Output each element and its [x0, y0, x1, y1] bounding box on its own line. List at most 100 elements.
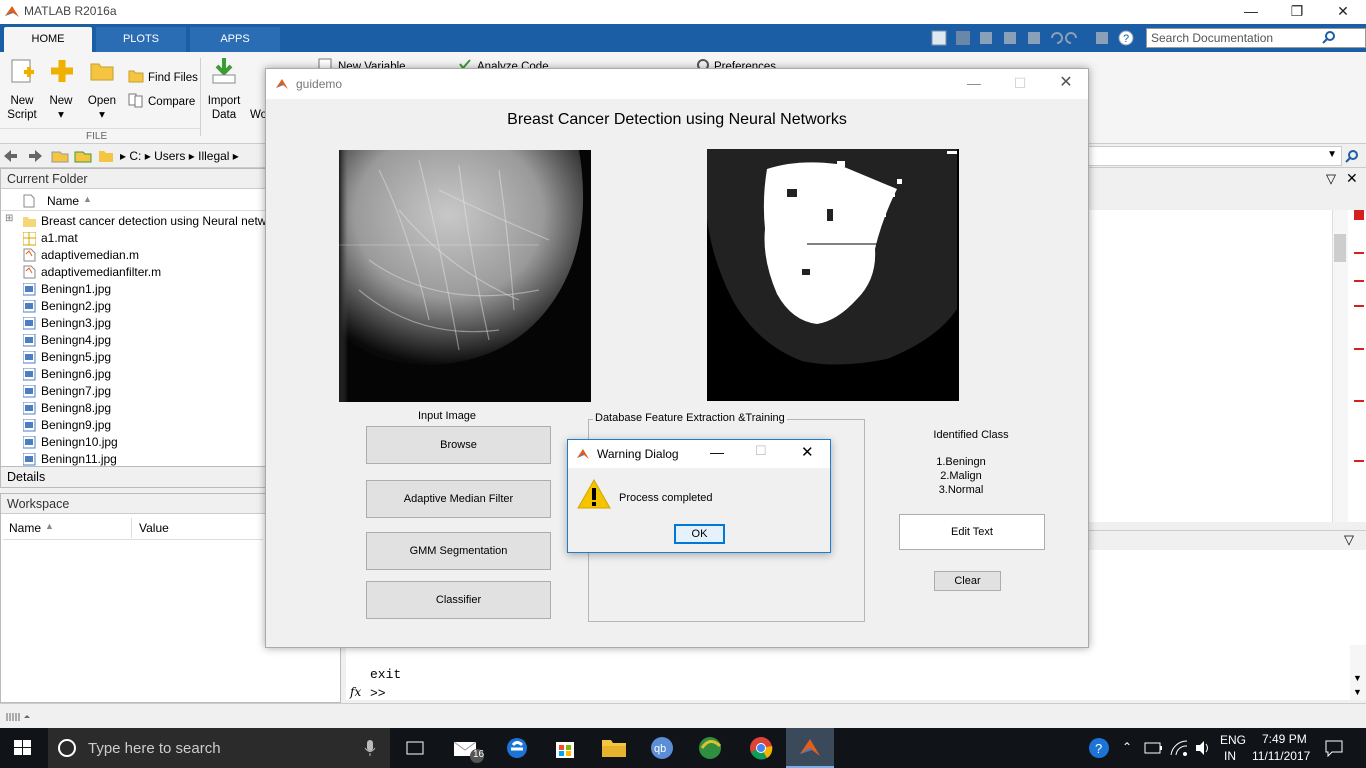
volume-icon[interactable] — [1194, 739, 1212, 757]
find-files-icon — [128, 70, 144, 83]
column-name[interactable]: Name — [47, 194, 79, 208]
list-item[interactable]: Beningn4.jpg — [1, 332, 265, 349]
ok-button[interactable]: OK — [674, 524, 725, 544]
list-item[interactable]: Beningn8.jpg — [1, 400, 265, 417]
maximize-button[interactable]: ☐ — [997, 72, 1043, 96]
list-item[interactable]: adaptivemedianfilter.m — [1, 264, 265, 281]
windows-start-icon[interactable] — [14, 740, 32, 756]
browse-button[interactable]: Browse — [366, 426, 551, 464]
clock-date[interactable]: 11/11/2017 — [1252, 749, 1310, 763]
list-item[interactable]: Beningn5.jpg — [1, 349, 265, 366]
tab-home[interactable]: HOME — [4, 27, 92, 52]
restore-button[interactable]: ❐ — [1274, 0, 1320, 24]
editor-document[interactable] — [1088, 210, 1366, 522]
chrome-icon[interactable] — [749, 736, 773, 760]
error-marker[interactable] — [1354, 280, 1364, 282]
input-language[interactable]: ENG — [1220, 733, 1246, 747]
error-marker[interactable] — [1354, 252, 1364, 254]
minimize-button[interactable]: — — [951, 72, 997, 96]
list-item[interactable]: ⊞ Breast cancer detection using Neural ne… — [1, 213, 265, 230]
list-item[interactable]: a1.mat — [1, 230, 265, 247]
breadcrumb[interactable]: ▸ C: ▸ Users ▸ Illegal ▸ — [120, 149, 239, 163]
minimize-button[interactable]: — — [1228, 0, 1274, 24]
import-data-button[interactable]: Import Data — [204, 94, 244, 122]
error-marker[interactable] — [1354, 400, 1364, 402]
new-script-button[interactable]: New Script — [4, 94, 40, 122]
path-segment[interactable]: C: — [129, 149, 141, 163]
list-item[interactable]: Beningn7.jpg — [1, 383, 265, 400]
battery-icon[interactable] — [1144, 740, 1164, 756]
m-file-icon — [23, 248, 36, 262]
database-panel-title: Database Feature Extraction &Training — [593, 412, 787, 424]
dialog-message: Process completed — [619, 492, 713, 504]
list-item[interactable]: Beningn6.jpg — [1, 366, 265, 383]
path-segment[interactable]: Users — [154, 149, 185, 163]
input-region[interactable]: IN — [1224, 749, 1236, 763]
taskbar-matlab[interactable] — [786, 728, 834, 768]
adaptive-median-filter-button[interactable]: Adaptive Median Filter — [366, 480, 551, 518]
scrollbar-thumb[interactable] — [1334, 234, 1346, 262]
list-item[interactable]: Beningn3.jpg — [1, 315, 265, 332]
notifications-icon[interactable] — [1324, 739, 1344, 757]
edit-text-field[interactable]: Edit Text — [899, 514, 1045, 550]
wifi-icon[interactable] — [1170, 739, 1188, 757]
expand-icon[interactable]: ⊞ — [5, 213, 13, 224]
details-header[interactable]: Details — [0, 466, 266, 488]
editor-scrollbar[interactable] — [1332, 210, 1348, 522]
qbittorrent-icon[interactable]: qb — [650, 736, 674, 760]
list-item[interactable]: adaptivemedian.m — [1, 247, 265, 264]
maximize-button[interactable]: ☐ — [755, 443, 767, 459]
gmm-segmentation-button[interactable]: GMM Segmentation — [366, 532, 551, 570]
command-window[interactable]: exit fx >> ▼ ▼ — [346, 645, 1366, 701]
list-item[interactable]: Beningn2.jpg — [1, 298, 265, 315]
list-item[interactable]: Beningn10.jpg — [1, 434, 265, 451]
tab-plots[interactable]: PLOTS — [96, 27, 186, 52]
error-marker[interactable] — [1354, 305, 1364, 307]
close-panel-icon[interactable]: ✕ — [1346, 170, 1358, 187]
scroll-down-icon[interactable]: ▼ — [1353, 673, 1362, 683]
clock-time[interactable]: 7:49 PM — [1262, 732, 1307, 746]
classifier-button[interactable]: Classifier — [366, 581, 551, 619]
internet-download-manager-icon[interactable] — [698, 736, 724, 760]
tab-apps[interactable]: APPS — [190, 27, 280, 52]
find-files-button[interactable]: Find Files — [148, 71, 198, 85]
collapse-icon[interactable]: ▽ — [1344, 532, 1354, 548]
chevron-down-icon[interactable]: ▼ — [1327, 149, 1337, 160]
minimize-button[interactable]: — — [710, 444, 724, 460]
compare-button[interactable]: Compare — [148, 95, 195, 109]
command-prompt[interactable]: >> — [370, 686, 386, 701]
close-button[interactable]: ✕ — [1320, 0, 1366, 24]
path-segment[interactable]: Illegal — [198, 149, 229, 163]
search-icon[interactable] — [1322, 30, 1336, 44]
status-grip-icon[interactable] — [6, 712, 30, 722]
filter-icon[interactable] — [1346, 30, 1360, 44]
ws-column-name[interactable]: Name — [9, 521, 41, 535]
list-item[interactable]: Beningn9.jpg — [1, 417, 265, 434]
error-status-indicator[interactable] — [1354, 210, 1364, 220]
list-item[interactable]: Beningn1.jpg — [1, 281, 265, 298]
new-button[interactable]: New ▾ — [44, 94, 78, 122]
store-icon[interactable] — [553, 736, 577, 760]
help-tray-icon[interactable]: ? — [1088, 737, 1112, 759]
file-explorer-icon[interactable] — [601, 737, 627, 759]
close-button[interactable]: ✕ — [1043, 72, 1089, 96]
open-button[interactable]: Open ▾ — [84, 94, 120, 122]
edge-browser-icon[interactable] — [505, 736, 529, 760]
nav-icons[interactable] — [2, 148, 94, 164]
fx-icon[interactable]: fx — [350, 685, 361, 699]
microphone-icon[interactable] — [364, 739, 376, 757]
taskbar-search-box[interactable]: Type here to search — [48, 728, 390, 768]
task-view-icon[interactable] — [404, 740, 428, 756]
close-button[interactable]: ✕ — [801, 443, 814, 461]
collapse-icon[interactable]: ▽ — [1326, 171, 1336, 187]
ws-column-value[interactable]: Value — [139, 521, 169, 535]
address-field-right[interactable]: ▼ — [1088, 146, 1342, 166]
show-hidden-icons-chevron[interactable]: ⌃ — [1122, 740, 1132, 754]
search-folder-icon[interactable] — [1344, 149, 1360, 163]
command-scrollbar[interactable]: ▼ ▼ — [1350, 645, 1366, 700]
error-marker[interactable] — [1354, 460, 1364, 462]
error-marker[interactable] — [1354, 348, 1364, 350]
scroll-down-icon[interactable]: ▼ — [1353, 687, 1362, 697]
quick-access-toolbar[interactable]: ? — [928, 28, 1144, 48]
clear-button[interactable]: Clear — [934, 571, 1001, 591]
